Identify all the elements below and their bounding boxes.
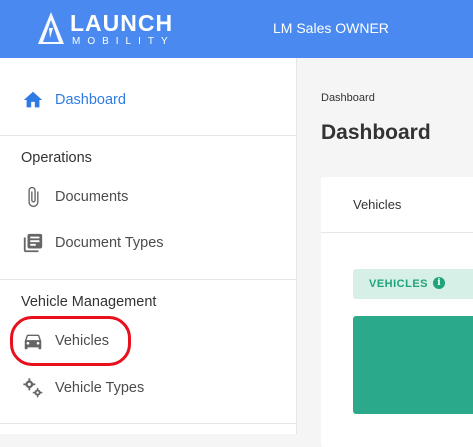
sidebar-item-documents[interactable]: Documents	[0, 180, 296, 214]
sidebar-item-dashboard[interactable]: Dashboard	[0, 83, 296, 117]
breadcrumb[interactable]: Dashboard	[321, 92, 375, 104]
top-app-bar: LAUNCH MOBILITY LM Sales OWNER	[0, 0, 473, 58]
section-title-vehicle-management: Vehicle Management	[21, 294, 157, 310]
paperclip-icon	[28, 186, 39, 208]
vehicles-stat-tile[interactable]	[353, 316, 473, 414]
logo-word-mobility: MOBILITY	[72, 36, 175, 47]
vehicles-highlight-ring	[10, 316, 131, 366]
info-icon[interactable]: i	[433, 277, 445, 289]
home-icon	[23, 91, 43, 108]
sidebar-item-label: Dashboard	[55, 92, 126, 108]
sidebar-divider	[0, 135, 296, 136]
logo-word-launch: LAUNCH	[70, 10, 174, 36]
main-content: Dashboard Dashboard Vehicles VEHICLES i	[297, 58, 473, 447]
page-title: Dashboard	[321, 121, 431, 144]
dashboard-card: Vehicles VEHICLES i	[321, 177, 473, 447]
gears-icon	[23, 378, 43, 398]
sidebar-item-label: Documents	[55, 189, 129, 205]
tab-vehicles[interactable]: Vehicles	[353, 197, 401, 212]
card-divider	[321, 232, 473, 233]
account-name[interactable]: LM Sales OWNER	[273, 20, 389, 36]
sidebar-item-document-types[interactable]: Document Types	[0, 226, 296, 260]
badge-label: VEHICLES	[369, 278, 429, 290]
vehicles-stat-badge: VEHICLES i	[353, 269, 473, 299]
section-title-operations: Operations	[21, 150, 92, 166]
sidebar-divider	[0, 423, 296, 424]
sidebar-divider	[0, 279, 296, 280]
launch-mobility-logo[interactable]: LAUNCH MOBILITY	[34, 8, 194, 48]
sidebar-nav: Dashboard Operations Documents Document …	[0, 58, 297, 434]
sidebar-item-label: Document Types	[55, 235, 164, 251]
logo-mark-icon	[38, 12, 64, 44]
library-books-icon	[23, 233, 43, 253]
sidebar-item-vehicle-types[interactable]: Vehicle Types	[0, 371, 296, 405]
sidebar-item-label: Vehicle Types	[55, 380, 145, 396]
